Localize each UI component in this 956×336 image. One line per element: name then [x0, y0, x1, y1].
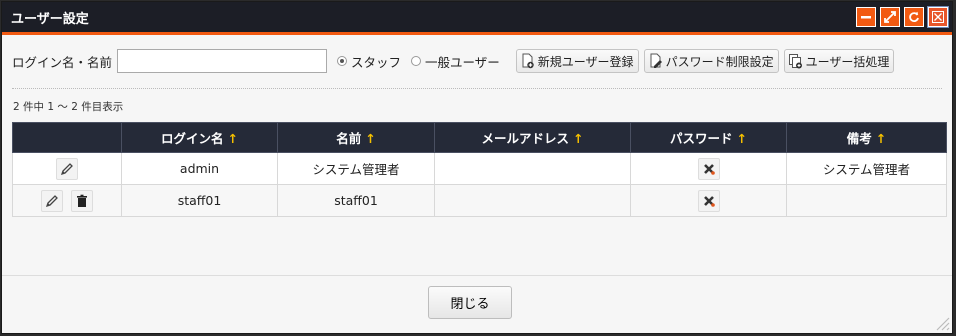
bulk-process-label: ユーザー括処理 — [805, 54, 890, 69]
sort-arrow-icon: ↑ — [875, 131, 887, 146]
refresh-button[interactable] — [904, 7, 924, 27]
radio-general-user[interactable]: 一般ユーザー — [411, 52, 500, 71]
header-note[interactable]: 備考 ↑ — [786, 122, 947, 153]
radio-general-dot[interactable] — [411, 56, 422, 66]
name-cell: システム管理者 — [277, 152, 435, 185]
search-input[interactable] — [117, 49, 328, 73]
sort-arrow-icon: ↑ — [227, 131, 238, 146]
password-cell — [630, 152, 787, 185]
result-count: 2 件中 1 ～ 2 件目表示 — [13, 101, 124, 113]
delete-button[interactable] — [71, 189, 93, 212]
login-cell: staff01 — [121, 184, 278, 217]
new-document-icon — [522, 53, 534, 69]
login-cell: admin — [121, 152, 278, 185]
new-user-label: 新規ユーザー登録 — [537, 54, 634, 69]
radio-staff-dot[interactable] — [337, 56, 348, 66]
edit-button[interactable] — [41, 189, 63, 212]
close-button[interactable]: 閉じる — [428, 286, 512, 319]
table-row: staff01 staff01 — [12, 184, 947, 217]
radio-general-label: 一般ユーザー — [425, 54, 500, 70]
sort-arrow-icon: ↑ — [573, 131, 584, 146]
minimize-icon — [861, 16, 871, 19]
minimize-button[interactable] — [856, 7, 876, 27]
name-cell: staff01 — [277, 184, 435, 217]
password-policy-button[interactable]: パスワード制限設定 — [643, 49, 779, 73]
actions-cell — [12, 184, 122, 217]
copy-documents-icon — [788, 54, 802, 69]
expand-icon — [884, 11, 896, 23]
actions-cell — [12, 152, 122, 185]
table-header-row: ログイン名 ↑ 名前 ↑ メールアドレス ↑ パスワード ↑ 備考 ↑ — [12, 122, 947, 153]
trash-icon — [77, 194, 87, 207]
pencil-icon — [45, 194, 58, 207]
toolbar: ログイン名・名前 スタッフ 一般ユーザー 新規ユーザー登録 パスワード制限設定 — [12, 46, 942, 76]
close-icon — [932, 11, 944, 23]
new-user-button[interactable]: 新規ユーザー登録 — [515, 49, 639, 73]
sort-arrow-icon: ↑ — [736, 131, 747, 146]
tools-icon — [703, 163, 715, 175]
radio-staff[interactable]: スタッフ — [337, 52, 401, 71]
sort-arrow-icon: ↑ — [365, 131, 376, 146]
bulk-process-button[interactable]: ユーザー括処理 — [783, 49, 895, 73]
header-login-name[interactable]: ログイン名 ↑ — [121, 122, 278, 153]
email-cell — [434, 184, 631, 217]
user-table: ログイン名 ↑ 名前 ↑ メールアドレス ↑ パスワード ↑ 備考 ↑ admin システ… — [12, 122, 947, 217]
user-settings-dialog: ユーザー設定 ログイン名・名前 スタッフ 一般ユーザー 新規ユーザー登録 パスワ… — [1, 1, 953, 334]
header-email[interactable]: メールアドレス ↑ — [434, 122, 631, 153]
password-tool-button[interactable] — [697, 157, 720, 180]
toolbar-divider — [12, 88, 942, 89]
edit-document-icon — [650, 53, 662, 68]
search-label: ログイン名・名前 — [12, 54, 113, 70]
email-cell — [434, 152, 631, 185]
header-name[interactable]: 名前 ↑ — [277, 122, 435, 153]
header-password[interactable]: パスワード ↑ — [630, 122, 787, 153]
radio-staff-label: スタッフ — [351, 54, 402, 70]
footer-divider — [2, 275, 952, 276]
note-cell: システム管理者 — [786, 152, 947, 185]
title-bar[interactable]: ユーザー設定 — [2, 2, 952, 35]
maximize-button[interactable] — [880, 7, 900, 27]
password-policy-label: パスワード制限設定 — [665, 54, 774, 69]
close-window-button[interactable] — [927, 6, 949, 28]
table-row: admin システム管理者 システム管理者 — [12, 152, 947, 185]
tools-icon — [703, 195, 715, 207]
pencil-icon — [60, 162, 73, 175]
refresh-icon — [909, 11, 919, 22]
dialog-title: ユーザー設定 — [11, 11, 89, 27]
header-actions — [12, 122, 122, 153]
window-controls — [856, 6, 952, 28]
password-tool-button[interactable] — [697, 189, 720, 212]
resize-grip-icon[interactable] — [932, 313, 950, 331]
password-cell — [630, 184, 787, 217]
note-cell — [786, 184, 947, 217]
edit-button[interactable] — [56, 157, 78, 180]
